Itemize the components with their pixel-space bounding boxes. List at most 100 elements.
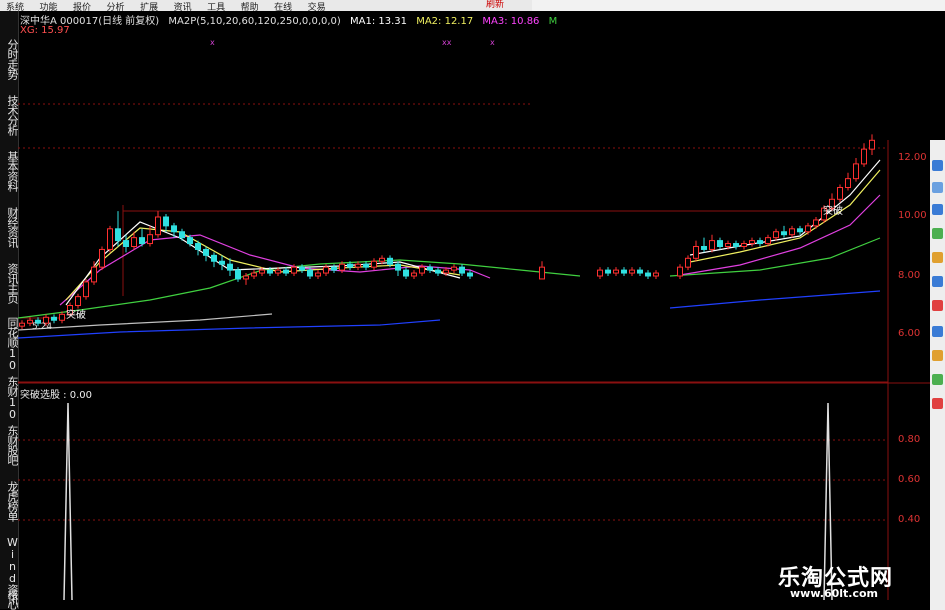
candle-body bbox=[267, 269, 273, 274]
candle-body bbox=[629, 269, 635, 274]
candle-body bbox=[387, 257, 393, 265]
candle-body bbox=[363, 263, 369, 268]
candle-body bbox=[139, 237, 145, 245]
ma5-line bbox=[65, 221, 461, 306]
candle-body bbox=[379, 257, 385, 262]
candle-body bbox=[597, 269, 603, 277]
candle-body bbox=[211, 254, 217, 262]
breakout-label-1: 突破 bbox=[66, 310, 86, 321]
candle-body bbox=[307, 269, 313, 277]
candle-body bbox=[781, 231, 787, 236]
candle-body bbox=[725, 243, 731, 248]
candle-body bbox=[99, 248, 105, 268]
tool-icon-3[interactable] bbox=[932, 204, 943, 215]
candle-body bbox=[155, 216, 161, 236]
candle-body bbox=[837, 187, 843, 200]
candle-body bbox=[243, 275, 249, 280]
low-price-label: 5.24 bbox=[32, 322, 53, 332]
candle-body bbox=[251, 272, 257, 277]
signal-spike bbox=[63, 402, 73, 601]
tool-icon-9[interactable] bbox=[932, 350, 943, 361]
ind-tick-080: 0.80 bbox=[898, 434, 921, 445]
candle-body bbox=[645, 272, 651, 277]
candle-body bbox=[621, 269, 627, 274]
tool-icon-11[interactable] bbox=[932, 398, 943, 409]
candle-body bbox=[717, 240, 723, 248]
candle-body bbox=[637, 269, 643, 274]
candle-body bbox=[467, 272, 473, 277]
candle-body bbox=[813, 219, 819, 227]
candle-body bbox=[203, 248, 209, 256]
candle-body bbox=[459, 266, 465, 274]
candle-body bbox=[59, 313, 65, 321]
candle-body bbox=[653, 272, 659, 277]
tool-icon-8[interactable] bbox=[932, 326, 943, 337]
candle-body bbox=[395, 263, 401, 271]
price-tick-12: 12.00 bbox=[898, 152, 927, 163]
candle-body bbox=[195, 243, 201, 250]
candle-body bbox=[315, 272, 321, 277]
candle-body bbox=[427, 266, 433, 271]
ma-lines bbox=[17, 159, 881, 339]
tool-icon-10[interactable] bbox=[932, 374, 943, 385]
candle-body bbox=[451, 266, 457, 271]
candle-body bbox=[355, 263, 361, 268]
candle-body bbox=[91, 266, 97, 283]
price-tick-6: 6.00 bbox=[898, 328, 921, 339]
price-tick-8: 8.00 bbox=[898, 270, 921, 281]
ind-tick-060: 0.60 bbox=[898, 474, 921, 485]
candle-body bbox=[765, 237, 771, 245]
candle-body bbox=[163, 216, 169, 227]
candle-body bbox=[179, 231, 185, 239]
candle-body bbox=[411, 272, 417, 277]
right-toolbar bbox=[930, 140, 945, 610]
tool-icon-2[interactable] bbox=[932, 182, 943, 193]
candle-body bbox=[805, 225, 811, 233]
ma20-line-2 bbox=[679, 194, 881, 276]
kline-chart[interactable]: x xx x bbox=[0, 0, 945, 609]
candle-body bbox=[123, 240, 129, 248]
svg-text:x: x bbox=[210, 38, 215, 47]
candle-body bbox=[749, 240, 755, 245]
svg-text:x: x bbox=[490, 38, 495, 47]
candle-body bbox=[435, 269, 441, 274]
candle-body bbox=[51, 316, 57, 321]
candle-body bbox=[371, 260, 377, 268]
tool-icon-5[interactable] bbox=[932, 252, 943, 263]
candle-body bbox=[227, 263, 233, 271]
candle-body bbox=[219, 260, 225, 265]
candle-body bbox=[685, 257, 691, 268]
tool-icon-4[interactable] bbox=[932, 228, 943, 239]
candle-body bbox=[773, 231, 779, 239]
indicator-label[interactable]: 突破选股 : 0.00 bbox=[20, 386, 92, 401]
ma120-line bbox=[17, 313, 273, 331]
candle-body bbox=[131, 237, 137, 247]
candle-body bbox=[797, 228, 803, 233]
candle-body bbox=[443, 269, 449, 274]
chart-grid bbox=[18, 103, 945, 600]
breakout-signal bbox=[63, 402, 833, 601]
tool-icon-7[interactable] bbox=[932, 300, 943, 311]
ma10-line-2 bbox=[689, 169, 881, 263]
candle-body bbox=[861, 148, 867, 165]
candle-body bbox=[789, 228, 795, 236]
candle-body bbox=[331, 266, 337, 271]
candle-body bbox=[83, 281, 89, 298]
candle-body bbox=[845, 178, 851, 188]
candle-body bbox=[613, 269, 619, 274]
tool-icon-1[interactable] bbox=[932, 160, 943, 171]
ma250-line-2 bbox=[669, 290, 881, 309]
candle-body bbox=[419, 266, 425, 274]
candle-body bbox=[701, 246, 707, 250]
candle-body bbox=[605, 269, 611, 274]
candle-body bbox=[757, 240, 763, 245]
candle-body bbox=[741, 243, 747, 248]
candle-body bbox=[869, 139, 875, 150]
candle-body bbox=[693, 246, 699, 259]
tool-icon-6[interactable] bbox=[932, 276, 943, 287]
candle-body bbox=[19, 322, 25, 327]
candle-body bbox=[259, 269, 265, 274]
ma250-line bbox=[17, 319, 441, 339]
candle-body bbox=[147, 234, 153, 245]
candle-body bbox=[171, 225, 177, 233]
